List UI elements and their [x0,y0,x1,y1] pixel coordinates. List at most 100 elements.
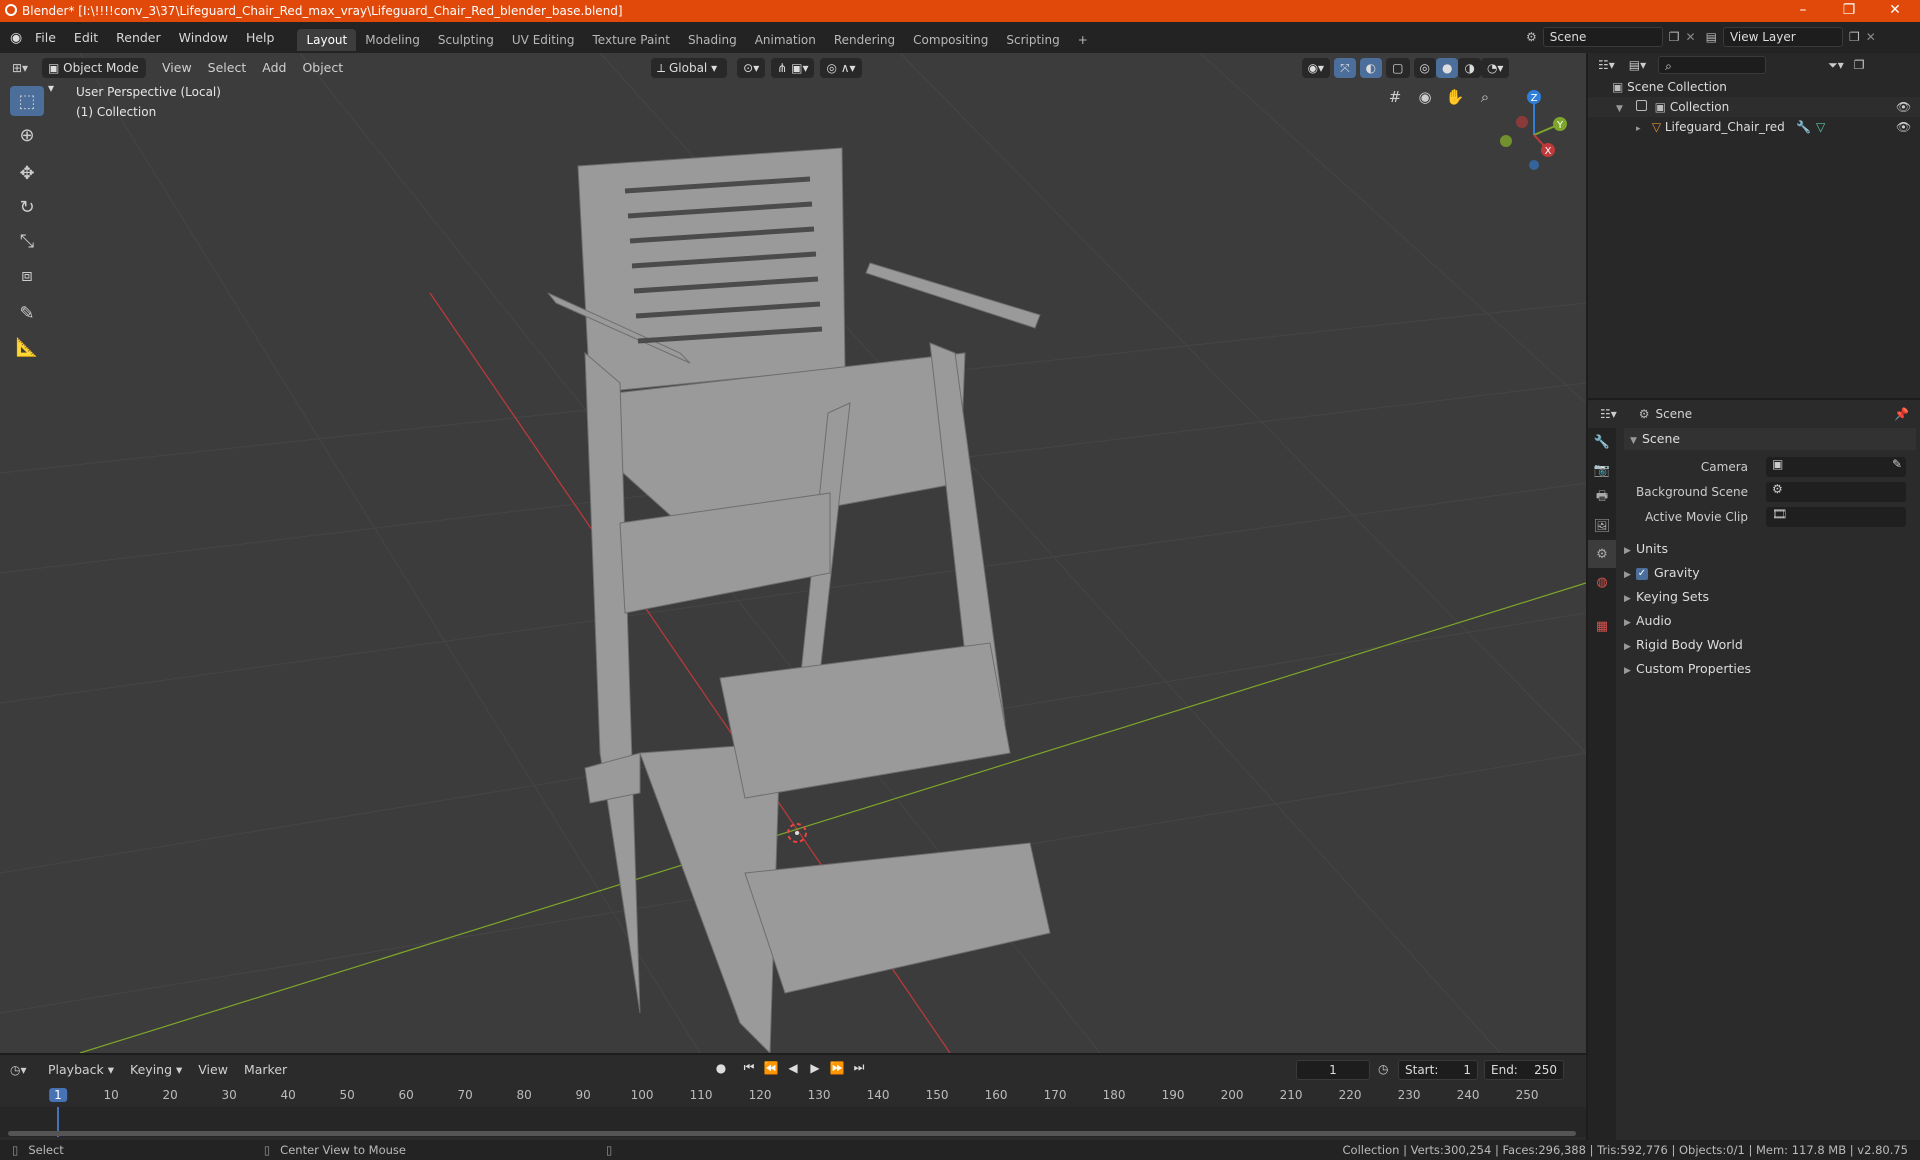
menu-window[interactable]: Window [170,22,237,53]
visibility-icon[interactable]: ◉▾ [1301,58,1331,78]
editor-type-icon[interactable]: ⊞▾ [12,61,36,75]
3d-viewport[interactable]: ⊞▾ ▣ Object Mode ▾ View Select Add Objec… [0,53,1586,1053]
menu-edit[interactable]: Edit [65,22,107,53]
world-tab-icon[interactable]: ◍ [1588,568,1616,596]
measure-tool-icon[interactable]: 📐 [10,332,44,362]
menu-timeline-view[interactable]: View [190,1060,236,1080]
timeline-ruler[interactable]: 1 10 20 30 40 50 60 70 80 90 100 110 120 130 140 150 160… [0,1085,1586,1107]
pivot-point-icon[interactable]: ⊙▾ [737,58,766,78]
tab-rendering[interactable]: Rendering [825,29,904,51]
tab-shading[interactable]: Shading [679,29,746,51]
units-panel[interactable]: ▶ Units [1624,538,1668,560]
custom-properties-panel[interactable]: ▶ Custom Properties [1624,658,1751,680]
snap-icon[interactable]: ⋔ ▣▾ [771,58,815,78]
rigid-body-world-panel[interactable]: ▶ Rigid Body World [1624,634,1743,656]
menu-view[interactable]: View [154,58,200,78]
cursor-tool-icon[interactable]: ⊕ [10,120,44,150]
tab-scripting[interactable]: Scripting [997,29,1068,51]
audio-panel[interactable]: ▶ Audio [1624,610,1672,632]
menu-marker[interactable]: Marker [236,1060,295,1080]
pin-icon[interactable]: 📌 [1894,407,1909,421]
record-icon[interactable]: ● [710,1061,732,1075]
background-scene-field[interactable]: ⚙ [1766,482,1906,502]
gravity-panel[interactable]: ▶ ✓ Gravity [1624,562,1700,584]
menu-help[interactable]: Help [237,22,284,53]
blender-menu-icon[interactable]: ◉ [10,30,26,46]
outliner-search-input[interactable]: ⌕ [1658,56,1767,74]
overlay-toggle-icon[interactable]: ◐ [1359,58,1383,78]
end-frame-field[interactable]: End: 250 [1484,1060,1564,1080]
collapsed-triangle-icon[interactable]: ▸ [1636,119,1648,139]
jump-keyframe-forward-icon[interactable]: ⏩ [826,1061,848,1075]
menu-select[interactable]: Select [200,58,255,78]
jump-keyframe-back-icon[interactable]: ⏪ [760,1061,782,1075]
keying-sets-panel[interactable]: ▶ Keying Sets [1624,586,1709,608]
scale-tool-icon[interactable]: ⤡ [10,226,44,256]
shading-material-icon[interactable]: ◑ [1458,58,1481,78]
xray-icon[interactable]: ▢ [1386,58,1410,78]
jump-start-icon[interactable]: ⏮ [738,1060,760,1075]
tab-uv-editing[interactable]: UV Editing [503,29,584,51]
tool-tab-icon[interactable]: 🔧 [1588,428,1616,456]
shading-rendered-icon[interactable]: ◔▾ [1480,58,1510,78]
move-tool-icon[interactable]: ✥ [10,158,44,188]
tab-modeling[interactable]: Modeling [356,29,429,51]
proportional-edit-icon[interactable]: ◎ ∧▾ [820,58,862,78]
annotate-tool-icon[interactable]: ✎ [10,298,44,328]
navigation-gizmo[interactable]: Z Y X [1498,83,1586,173]
properties-editor-icon[interactable]: ☷▾ [1600,407,1617,421]
texture-tab-icon[interactable]: ▦ [1588,612,1616,640]
start-frame-field[interactable]: Start: 1 [1398,1060,1478,1080]
jump-end-icon[interactable]: ⏭ [848,1060,870,1075]
scene-panel-header[interactable]: ▼ Scene [1624,428,1916,450]
object-visibility-eye-icon[interactable]: 👁 [1896,117,1911,137]
tab-sculpting[interactable]: Sculpting [429,29,503,51]
use-preview-range-icon[interactable]: ◷ [1378,1062,1388,1076]
delete-view-layer-icon[interactable]: ✕ [1866,30,1876,44]
camera-view-icon[interactable]: ◉ [1410,88,1440,106]
new-view-layer-icon[interactable]: ❐ [1849,30,1860,44]
maximize-button[interactable]: ❐ [1826,0,1872,22]
filter-icon[interactable]: ⏷▾ [1828,58,1844,73]
menu-add[interactable]: Add [254,58,294,78]
outliner-scene-collection[interactable]: ▣ Scene Collection [1588,77,1920,97]
eyedropper-icon[interactable]: ✎ [1892,457,1902,471]
view-layer-icon[interactable]: ▤ [1706,30,1717,44]
outliner-collection[interactable]: ▼ ▣ Collection 👁 [1588,97,1920,117]
menu-file[interactable]: File [26,22,65,53]
timeline-editor-icon[interactable]: ◷▾ [10,1063,40,1077]
mesh-data-icon[interactable]: ▽ [1816,117,1825,137]
scene-tab-icon[interactable]: ⚙ [1588,540,1616,568]
menu-render[interactable]: Render [107,22,170,53]
expand-triangle-icon[interactable]: ▼ [1616,99,1628,119]
new-scene-icon[interactable]: ❐ [1669,30,1680,44]
play-reverse-icon[interactable]: ◀ [782,1061,804,1075]
select-box-icon[interactable]: ⬚ [10,86,44,116]
timeline-track[interactable] [0,1107,1586,1137]
menu-keying[interactable]: Keying ▾ [122,1060,190,1080]
collection-checkbox[interactable] [1635,100,1647,111]
play-icon[interactable]: ▶ [804,1061,826,1075]
delete-scene-icon[interactable]: ✕ [1686,30,1696,44]
orientation-selector[interactable]: ⟂ Global ▾ [651,58,728,78]
scene-icon[interactable]: ⚙ [1526,30,1537,44]
display-mode-icon[interactable]: ▤▾ [1629,58,1646,72]
add-workspace-button[interactable]: + [1069,29,1097,51]
active-movie-clip-field[interactable]: 🎞 [1766,507,1906,527]
outliner-editor-icon[interactable]: ☷▾ [1598,58,1615,72]
zoom-icon[interactable]: ⌕ [1470,88,1500,106]
tab-layout[interactable]: Layout [297,28,357,51]
gizmo-toggle-icon[interactable]: ⤧ [1334,58,1356,78]
shading-solid-icon[interactable]: ● [1435,58,1459,78]
gravity-checkbox[interactable]: ✓ [1636,567,1648,580]
modifier-wrench-icon[interactable]: 🔧 [1796,117,1811,137]
menu-object[interactable]: Object [294,58,351,78]
outliner-object-row[interactable]: ▸ ▽ Lifeguard_Chair_red 🔧 ▽ 👁 [1588,117,1920,137]
minimize-button[interactable]: – [1780,0,1826,22]
camera-field[interactable]: ▣ ✎ [1766,457,1906,477]
tab-texture-paint[interactable]: Texture Paint [584,29,679,51]
transform-tool-icon[interactable]: ⧈ [10,260,44,290]
view-layer-selector[interactable]: View Layer [1722,27,1843,47]
pan-hand-icon[interactable]: ✋ [1440,88,1470,106]
close-button[interactable]: ✕ [1872,0,1918,22]
